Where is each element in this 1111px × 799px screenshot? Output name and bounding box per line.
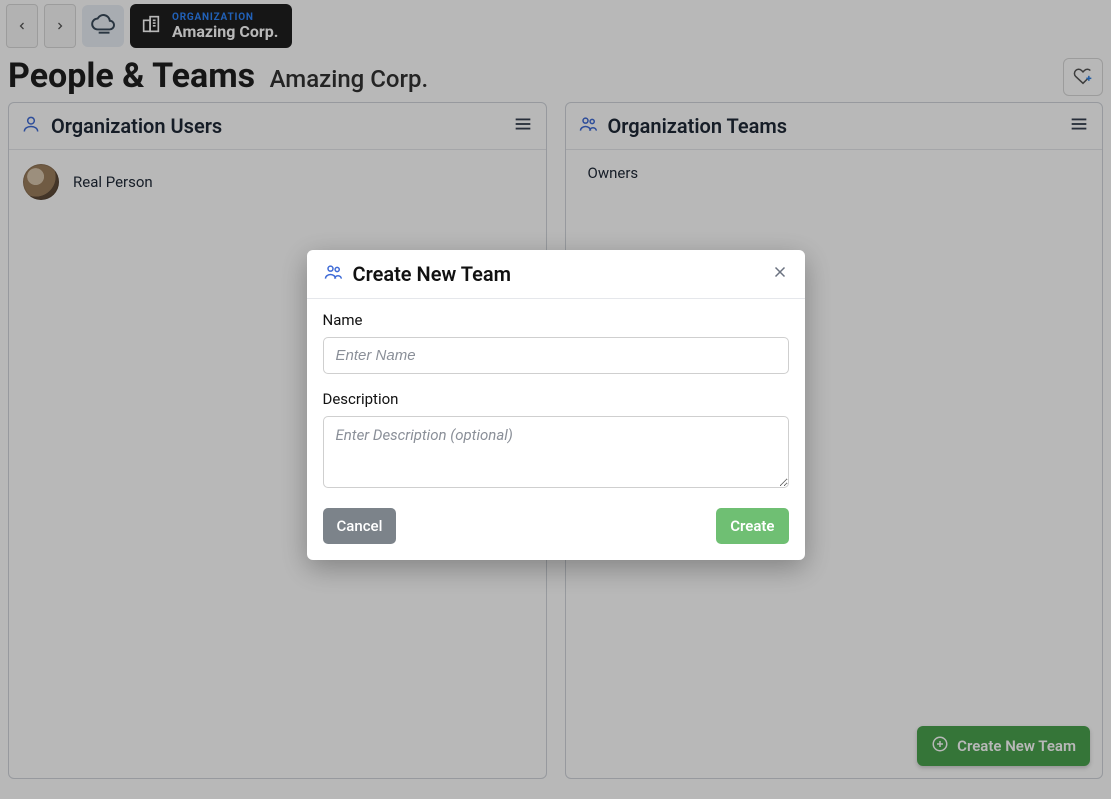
create-team-modal: Create New Team Name Description Cancel … <box>307 250 805 560</box>
create-button[interactable]: Create <box>716 508 788 544</box>
name-field-label: Name <box>323 311 789 329</box>
team-icon <box>323 262 343 286</box>
cancel-button[interactable]: Cancel <box>323 508 397 544</box>
description-field-label: Description <box>323 390 789 408</box>
modal-header: Create New Team <box>307 250 805 299</box>
modal-overlay: Create New Team Name Description Cancel … <box>0 0 1111 799</box>
modal-footer: Cancel Create <box>307 492 805 544</box>
modal-body: Name Description <box>307 299 805 492</box>
team-description-input[interactable] <box>323 416 789 488</box>
modal-title: Create New Team <box>353 262 511 286</box>
team-name-input[interactable] <box>323 337 789 374</box>
modal-close-button[interactable] <box>771 263 789 285</box>
